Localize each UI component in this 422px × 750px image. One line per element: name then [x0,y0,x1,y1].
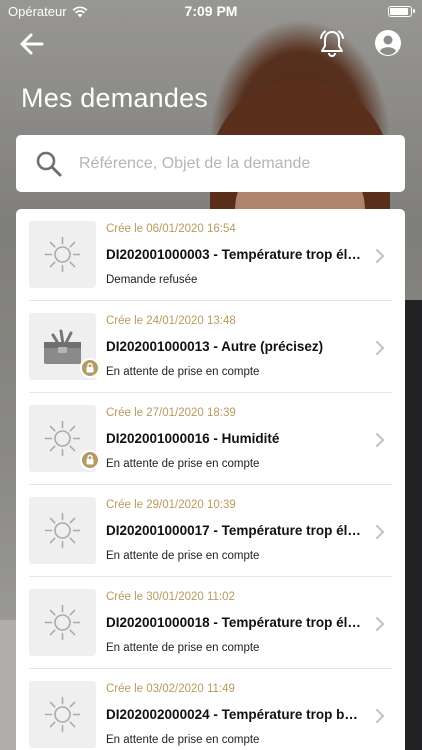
request-date: Crée le 24/01/2020 13:48 [106,315,236,327]
notifications-button[interactable] [318,29,346,59]
battery-icon [388,6,415,17]
user-icon [375,30,401,56]
search-icon [36,151,62,177]
request-row[interactable]: Crée le 03/02/2020 11:49 DI202002000024 … [16,669,405,750]
request-status: Demande refusée [106,274,198,286]
request-title: DI202001000003 - Température trop élevée [106,247,364,262]
chevron-right-icon [376,433,384,447]
lock-badge [80,450,100,470]
request-date: Crée le 27/01/2020 18:39 [106,407,236,419]
request-title: DI202001000018 - Température trop élevée [106,615,364,630]
status-bar: Opérateur 7:09 PM [0,0,422,22]
sun-icon [44,604,81,641]
sun-icon [44,512,81,549]
lock-badge [80,358,100,378]
request-status: En attente de prise en compte [106,366,260,378]
arrow-left-icon [20,33,44,55]
request-date: Crée le 06/01/2020 16:54 [106,223,236,235]
sun-icon [44,420,81,457]
request-date: Crée le 30/01/2020 11:02 [106,591,235,603]
chevron-right-icon [376,709,384,723]
request-title: DI202001000013 - Autre (précisez) [106,339,324,354]
profile-button[interactable] [374,29,402,57]
request-title: DI202001000017 - Température trop élevée [106,523,364,538]
chevron-right-icon [376,249,384,263]
request-thumbnail [29,221,96,288]
toolbox-icon [44,329,81,364]
request-date: Crée le 29/01/2020 10:39 [106,499,236,511]
sun-icon [44,696,81,733]
search-input[interactable] [79,135,394,192]
request-row[interactable]: Crée le 30/01/2020 11:02 DI202001000018 … [16,577,405,669]
request-status: En attente de prise en compte [106,550,260,562]
request-row[interactable]: Crée le 24/01/2020 13:48 DI202001000013 … [16,301,405,393]
request-thumbnail [29,681,96,748]
lock-icon [86,454,94,465]
bell-icon [320,30,344,57]
clock: 7:09 PM [184,3,238,19]
chevron-right-icon [376,617,384,631]
back-button[interactable] [18,30,46,58]
chevron-right-icon [376,525,384,539]
request-row[interactable]: Crée le 27/01/2020 18:39 DI202001000016 … [16,393,405,485]
request-status: En attente de prise en compte [106,734,260,746]
request-status: En attente de prise en compte [106,642,260,654]
sun-icon [44,236,81,273]
request-row[interactable]: Crée le 06/01/2020 16:54 DI202001000003 … [16,209,405,301]
request-row[interactable]: Crée le 29/01/2020 10:39 DI202001000017 … [16,485,405,577]
request-date: Crée le 03/02/2020 11:49 [106,683,235,695]
request-thumbnail [29,589,96,656]
request-status: En attente de prise en compte [106,458,260,470]
request-title: DI202001000016 - Humidité [106,431,280,446]
request-title: DI202002000024 - Température trop basse [106,707,364,722]
request-thumbnail [29,497,96,564]
lock-icon [86,362,94,373]
search-bar[interactable] [16,135,405,192]
page-title: Mes demandes [21,83,208,113]
chevron-right-icon [376,341,384,355]
requests-list: Crée le 06/01/2020 16:54 DI202001000003 … [16,209,405,750]
